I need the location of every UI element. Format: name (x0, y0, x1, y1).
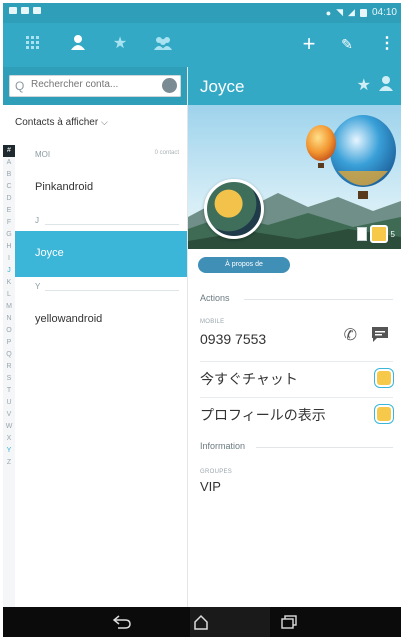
section-header-j: J (15, 211, 187, 231)
alpha-index-letter[interactable]: T (3, 385, 15, 397)
app-window: ● ◥ ◢ 04:10 ★ + ✎ ⋮ Q Contacts à aff (3, 3, 401, 637)
contact-name: Joyce (200, 77, 245, 96)
contact-row-joyce[interactable]: Joyce (15, 231, 187, 277)
alpha-index-letter[interactable]: E (3, 205, 15, 217)
profile-app-icon[interactable] (377, 407, 391, 421)
alpha-index-letter[interactable]: Z (3, 457, 15, 469)
notification-icon (9, 7, 17, 14)
alpha-index-letter[interactable]: S (3, 373, 15, 385)
contact-cover-image: 5 (188, 105, 401, 249)
notification-icon (21, 7, 29, 14)
chat-now-action[interactable]: 今すぐチャット (200, 369, 298, 389)
navigation-bar (3, 607, 401, 637)
search-box[interactable]: Q (9, 75, 181, 97)
top-toolbar: ★ + ✎ ⋮ (3, 23, 401, 67)
contact-row-yellowandroid[interactable]: yellowandroid (15, 297, 187, 343)
alpha-index-letter[interactable]: H (3, 241, 15, 253)
recent-apps-icon[interactable] (281, 615, 297, 629)
alpha-index-letter[interactable]: I (3, 253, 15, 265)
phone-call-icon[interactable]: ✆ (344, 325, 357, 345)
contact-list: MOI 0 contact Pinkandroid J Joyce Y yell… (15, 145, 187, 343)
actions-section-title: Actions (200, 293, 230, 303)
alpha-index-letter[interactable]: R (3, 361, 15, 373)
alpha-index-letter[interactable]: B (3, 169, 15, 181)
alpha-index-letter[interactable]: A (3, 157, 15, 169)
microphone-icon[interactable] (162, 78, 177, 93)
clock: 04:10 (371, 7, 397, 18)
alpha-index-letter[interactable]: P (3, 337, 15, 349)
mobile-label: MOBILE (200, 319, 225, 325)
favorite-star-icon[interactable]: ★ (357, 75, 371, 95)
section-header-y: Y (15, 277, 187, 297)
contact-person-icon[interactable] (379, 75, 393, 91)
more-vert-icon[interactable]: ⋮ (379, 33, 395, 55)
chevron-down-icon: ⌵ (100, 117, 108, 127)
location-icon: ● (325, 7, 332, 18)
person-icon[interactable] (69, 33, 87, 55)
alpha-index-letter[interactable]: # (3, 145, 15, 157)
edit-icon[interactable]: ✎ (339, 33, 355, 55)
phone-number[interactable]: 0939 7553 (200, 331, 266, 347)
contacts-filter-dropdown[interactable]: Contacts à afficher ⌵ (15, 117, 108, 128)
alpha-index-letter[interactable]: F (3, 217, 15, 229)
detail-header: Joyce ★ (188, 67, 401, 105)
notification-icon (33, 7, 41, 14)
alpha-index-letter[interactable]: Y (3, 445, 15, 457)
wifi-icon: ◥ (336, 7, 344, 17)
group-value: VIP (200, 479, 221, 494)
groups-icon[interactable] (153, 33, 173, 55)
about-button[interactable]: À propos de (198, 257, 290, 273)
alpha-index-letter[interactable]: U (3, 397, 15, 409)
message-icon[interactable] (371, 325, 389, 343)
groups-label: GROUPES (200, 469, 233, 475)
alpha-index-letter[interactable]: M (3, 301, 15, 313)
alpha-index-letter[interactable]: D (3, 193, 15, 205)
battery-icon (359, 8, 367, 17)
alpha-index-letter[interactable]: L (3, 289, 15, 301)
alphabet-index[interactable]: # A B C D E F G H I J K L M N O P Q R S … (3, 145, 15, 607)
contact-avatar[interactable] (204, 179, 264, 239)
status-bar: ● ◥ ◢ 04:10 (3, 3, 401, 23)
contact-row-pinkandroid[interactable]: Pinkandroid (15, 165, 187, 211)
add-icon[interactable]: + (299, 33, 319, 55)
alpha-index-letter[interactable]: W (3, 421, 15, 433)
alpha-index-letter[interactable]: X (3, 433, 15, 445)
signal-icon: ◢ (348, 7, 355, 17)
search-input[interactable] (29, 78, 163, 91)
alpha-index-letter[interactable]: J (3, 265, 15, 277)
alpha-index-letter[interactable]: Q (3, 349, 15, 361)
section-header-moi: MOI 0 contact (35, 150, 179, 159)
home-icon[interactable] (193, 614, 209, 630)
alpha-index-letter[interactable]: K (3, 277, 15, 289)
star-icon[interactable]: ★ (111, 33, 129, 55)
back-icon[interactable] (113, 615, 131, 629)
view-profile-action[interactable]: プロフィールの表示 (200, 405, 326, 425)
alpha-index-letter[interactable]: G (3, 229, 15, 241)
alpha-index-letter[interactable]: N (3, 313, 15, 325)
search-icon: Q (15, 79, 25, 93)
grid-icon[interactable] (25, 33, 41, 55)
contact-list-pane: Q Contacts à afficher ⌵ # A B C D E F G … (3, 67, 188, 607)
device-icon (356, 227, 367, 241)
chat-app-icon[interactable] (377, 371, 391, 385)
chat-app-icon (369, 225, 388, 243)
alpha-index-letter[interactable]: C (3, 181, 15, 193)
alpha-index-letter[interactable]: O (3, 325, 15, 337)
contact-detail-pane: Joyce ★ 5 À propos de Actions MOBILE 093… (188, 67, 401, 607)
alpha-index-letter[interactable]: V (3, 409, 15, 421)
information-section-title: Information (200, 441, 246, 451)
